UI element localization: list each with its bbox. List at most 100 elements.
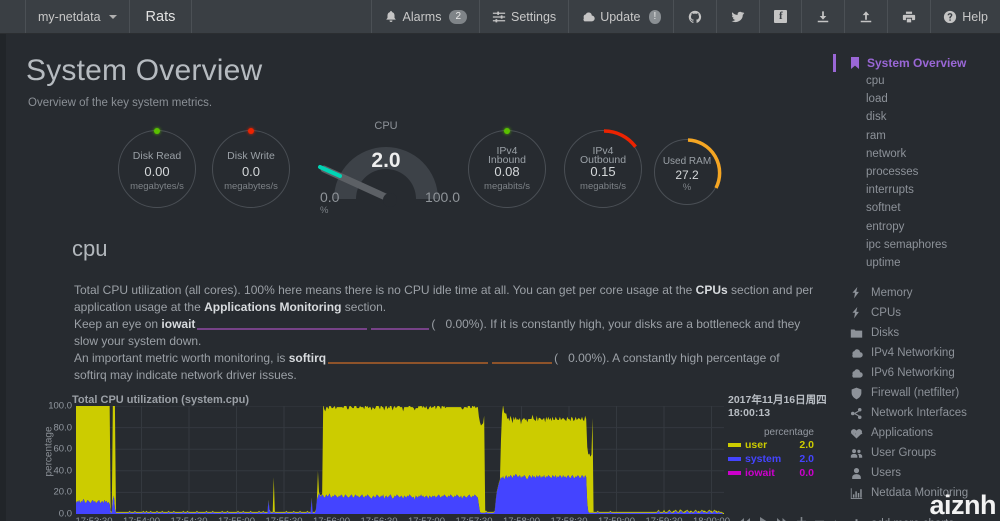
sidebar-item-users[interactable]: Users [836,463,1000,483]
desc-p3-c: ( [554,351,559,365]
chart-x-tick: 17:56:00 [313,516,350,521]
legend-entry[interactable]: system 2.0 [728,452,814,466]
zoom-out-icon[interactable] [814,516,825,521]
iowait-sparkline-gap[interactable] [371,320,430,330]
link-cpus[interactable]: CPUs [696,283,728,297]
gauge-value: 0.08 [494,164,520,179]
gauge-ipv4-inbound[interactable]: IPv4 Inbound 0.08 megabits/s [468,128,546,208]
cpu-gauge-title: CPU [374,120,398,132]
gauge-disk-read[interactable]: Disk Read 0.00 megabytes/s [118,128,196,208]
nav-github[interactable] [674,0,718,33]
sidebar-item-applications[interactable]: Applications [836,423,1000,443]
cloud-icon [583,11,595,21]
sidebar-item-label: Disks [871,327,900,340]
legend-time: 18:00:13 [728,407,771,419]
iowait-sparkline[interactable] [197,320,368,330]
legend-entry[interactable]: iowait 0.0 [728,466,814,480]
sidebar-subitem-uptime[interactable]: uptime [836,254,1000,272]
gauge-cpu[interactable]: CPU 2.0 0.0 % 100.0 [306,117,466,222]
sidebar-subitem-processes[interactable]: processes [836,163,1000,181]
sidebar-subitems: cpu load disk ram network processes interrupts… [836,72,1000,272]
share-icon [850,407,862,419]
forward-icon[interactable] [776,517,789,521]
sidebar-item-user-groups[interactable]: User Groups [836,443,1000,463]
gauge-value: 0.00 [144,164,170,179]
legend-color-swatch [728,471,741,475]
gauge-ring: Disk Read 0.00 megabytes/s [118,128,196,208]
sidebar-item-network-interfaces[interactable]: Network Interfaces [836,403,1000,423]
gauge-used-ram[interactable]: Used RAM 27.2 % [654,138,722,205]
legend-date: 2017年11月16日周四 [728,394,827,406]
brand-label: my-netdata [38,9,101,24]
legend-entry[interactable]: user 2.0 [728,438,814,452]
sidebar-head-label: System Overview [867,56,967,70]
zoom-in-icon[interactable] [796,516,807,521]
nav-help[interactable]: Help [931,0,1000,33]
nav-update-label: Update [600,9,641,24]
sidebar-item-cpus[interactable]: CPUs [836,303,1000,323]
sidebar-item-disks[interactable]: Disks [836,323,1000,343]
nav-update[interactable]: Update ! [569,0,675,33]
metric-iowait-value: 0.00% [445,317,480,331]
chart-y-tick: 80.0 [53,422,73,434]
sidebar-item-ipv6-networking[interactable]: IPv6 Networking [836,363,1000,383]
nav-download[interactable] [802,0,846,33]
nav-help-label: Help [962,9,988,24]
link-applications-monitoring[interactable]: Applications Monitoring [204,300,341,314]
users-icon [850,448,863,458]
sidebar-subitem-network[interactable]: network [836,145,1000,163]
sidebar-subitem-ipc-semaphores[interactable]: ipc semaphores [836,236,1000,254]
cpu-chart[interactable]: Total CPU utilization (system.cpu) perce… [28,394,849,521]
sidebar-subitem-disk[interactable]: disk [836,108,1000,126]
nav-settings[interactable]: Settings [480,0,570,33]
softirq-sparkline[interactable] [328,354,489,364]
sidebar-item-label: IPv4 Networking [871,347,955,360]
sidebar-subitem-entropy[interactable]: entropy [836,218,1000,236]
sidebar-item-label: Firewall (netfilter) [871,387,960,400]
sidebar-item-ipv4-networking[interactable]: IPv4 Networking [836,343,1000,363]
update-badge: ! [648,9,662,24]
sidebar-subitem-ram[interactable]: ram [836,127,1000,145]
upload-icon [861,10,872,22]
sidebar-subitem-softnet[interactable]: softnet [836,199,1000,217]
chart-x-tick: 17:55:30 [266,516,303,521]
section-description: Total CPU utilization (all cores). 100% … [74,282,814,384]
gauge-ipv4-outbound[interactable]: IPv4 Outbound 0.15 megabits/s [564,129,642,208]
nav-alarms[interactable]: Alarms 2 [372,0,481,33]
sidebar-item-firewall-netfilter[interactable]: Firewall (netfilter) [836,383,1000,403]
sidebar-item-label: IPv6 Networking [871,367,955,380]
chart-x-tick: 17:58:30 [551,516,588,521]
brand-dropdown[interactable]: my-netdata [26,0,130,33]
chart-plot-area[interactable] [76,401,724,515]
page-title: System Overview [26,54,263,87]
sidebar-subitem-load[interactable]: load [836,90,1000,108]
nav-facebook[interactable]: f [760,0,803,33]
legend-entry-name: user [745,439,768,451]
sidebar-item-label: Users [871,467,902,480]
nav-upload[interactable] [845,0,889,33]
gauge-disk-write[interactable]: Disk Write 0.0 megabytes/s [212,128,290,208]
sidebar-subitem-interrupts[interactable]: interrupts [836,181,1000,199]
rewind-icon[interactable] [738,517,751,521]
gauge-unit: megabits/s [484,181,530,192]
legend-entry-name: iowait [745,467,775,479]
play-icon[interactable] [758,516,769,521]
softirq-sparkline-gap[interactable] [492,354,553,364]
sidebar-item-memory[interactable]: Memory [836,283,1000,303]
gauge-unit: megabytes/s [130,181,184,192]
gauge-label: Disk Write [227,150,275,162]
main-content: System Overview Overview of the key syst… [0,34,849,521]
legend-color-swatch [728,457,741,461]
gauge-value: 27.2 [675,168,699,182]
twitter-icon [731,11,745,22]
gauge-unit: % [682,182,692,193]
chart-bar-icon [850,487,863,499]
print-icon [903,11,916,22]
chart-x-tick: 17:59:00 [598,516,635,521]
sidebar-subitem-cpu[interactable]: cpu [836,72,1000,90]
chart-x-tick: 17:53:30 [76,516,113,521]
nav-print[interactable] [888,0,932,33]
sidebar-item-system-overview[interactable]: System Overview [833,54,1000,72]
nav-twitter[interactable] [717,0,761,33]
